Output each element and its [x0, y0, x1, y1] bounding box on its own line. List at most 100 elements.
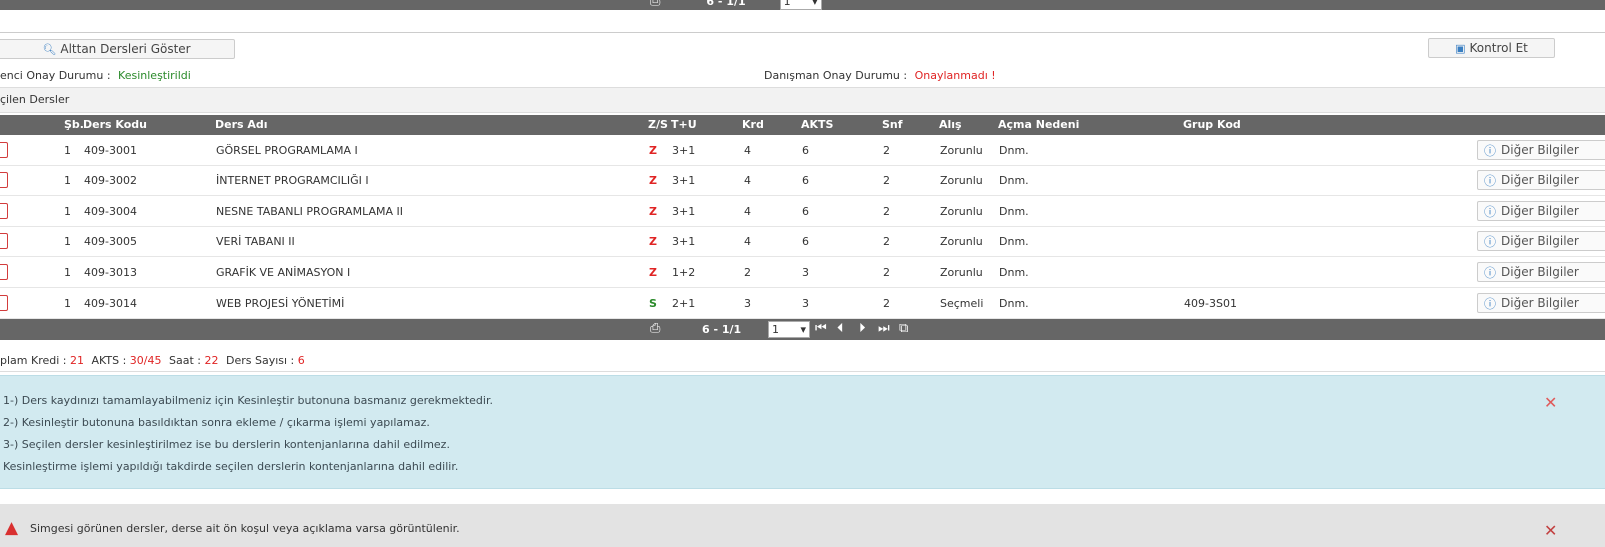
cell-course-name: NESNE TABANLI PROGRAMLAMA II: [216, 205, 403, 218]
check-button[interactable]: ▣ Kontrol Et: [1428, 38, 1555, 58]
cell-tu: 3+1: [672, 174, 696, 187]
advisor-approval-status: Danışman Onay Durumu : Onaylanmadı !: [764, 69, 996, 82]
info-icon: ⓘ: [1484, 234, 1497, 249]
warning-text: Simgesi görünen dersler, derse ait ön ko…: [30, 522, 460, 535]
info-alert: 1-) Ders kaydınızı tamamlayabilmeniz içi…: [0, 375, 1605, 489]
totals-line: plam Kredi : 21 AKTS : 30/45 Saat : 22 D…: [0, 354, 305, 367]
cell-course-code: 409-3013: [84, 266, 137, 279]
page-select[interactable]: 1 ▾: [768, 321, 810, 338]
other-info-button[interactable]: ⓘ Diğer Bilgiler: [1477, 293, 1605, 313]
top-pager: ⎙ 6 - 1/1 1 ▾: [650, 0, 822, 10]
cell-akts: 6: [802, 205, 809, 218]
cell-sb: 1: [64, 174, 71, 187]
cell-group-code: 409-3S01: [1184, 297, 1237, 310]
cell-akts: 3: [802, 266, 809, 279]
other-info-button[interactable]: ⓘ Diğer Bilgiler: [1477, 170, 1605, 190]
cell-credit: 3: [744, 297, 751, 310]
cell-course-code: 409-3002: [84, 174, 137, 187]
col-sb: Şb.: [64, 118, 84, 131]
warning-alert: ▲ Simgesi görünen dersler, derse ait ön …: [0, 504, 1605, 547]
other-info-label: Diğer Bilgiler: [1501, 265, 1579, 279]
last-page-icon[interactable]: ⏭: [878, 321, 890, 336]
printer-icon[interactable]: ⎙: [650, 0, 660, 9]
printer-icon[interactable]: ⎙: [650, 321, 660, 336]
info-line: 1-) Ders kaydınızı tamamlayabilmeniz içi…: [3, 394, 493, 407]
cell-class: 2: [883, 205, 890, 218]
cell-take-type: Zorunlu: [940, 174, 983, 187]
cell-zs: Z: [649, 144, 657, 157]
cell-class: 2: [883, 297, 890, 310]
cell-sb: 1: [64, 205, 71, 218]
table-header: Şb. Ders Kodu Ders Adı Z/S T+U Krd AKTS …: [0, 115, 1605, 135]
cell-take-type: Zorunlu: [940, 235, 983, 248]
close-icon[interactable]: ✕: [1544, 393, 1557, 412]
cell-open-reason: Dnm.: [999, 235, 1029, 248]
cell-course-name: GRAFİK VE ANİMASYON I: [216, 266, 351, 279]
cell-class: 2: [883, 174, 890, 187]
copy-icon[interactable]: ⧉: [899, 321, 908, 336]
cell-credit: 4: [744, 144, 751, 157]
cell-take-type: Zorunlu: [940, 205, 983, 218]
cell-tu: 3+1: [672, 144, 696, 157]
table-row: 1 409-3014 WEB PROJESİ YÖNETİMİ S 2+1 3 3 2 Seçm…: [0, 288, 1605, 319]
col-open-reason: Açma Nedeni: [998, 118, 1080, 131]
other-info-button[interactable]: ⓘ Diğer Bilgiler: [1477, 201, 1605, 221]
cell-akts: 6: [802, 144, 809, 157]
total-credit: 21: [70, 354, 84, 367]
cell-take-type: Seçmeli: [940, 297, 984, 310]
top-pager-bar: ⎙ 6 - 1/1 1 ▾: [0, 0, 1605, 10]
other-info-label: Diğer Bilgiler: [1501, 204, 1579, 218]
cell-open-reason: Dnm.: [999, 266, 1029, 279]
page-select[interactable]: 1 ▾: [779, 0, 822, 10]
clipboard-check-icon: ▣: [1455, 41, 1466, 55]
cell-sb: 1: [64, 297, 71, 310]
delete-course-button[interactable]: [0, 203, 8, 219]
other-info-button[interactable]: ⓘ Diğer Bilgiler: [1477, 231, 1605, 251]
cell-credit: 4: [744, 174, 751, 187]
first-page-icon[interactable]: ⏮: [815, 321, 827, 336]
cell-class: 2: [883, 266, 890, 279]
cell-open-reason: Dnm.: [999, 174, 1029, 187]
other-info-label: Diğer Bilgiler: [1501, 296, 1579, 310]
delete-course-button[interactable]: [0, 142, 8, 158]
student-status-value: Kesinleştirildi: [118, 69, 191, 82]
student-approval-status: enci Onay Durumu : Kesinleştirildi: [0, 69, 191, 82]
col-course-name: Ders Adı: [215, 118, 268, 131]
delete-course-button[interactable]: [0, 233, 8, 249]
section-title: çilen Dersler: [0, 93, 70, 106]
info-line: Kesinleştirme işlemi yapıldığı takdirde …: [3, 460, 459, 473]
close-icon[interactable]: ✕: [1544, 521, 1557, 540]
info-icon: ⓘ: [1484, 204, 1497, 219]
other-info-button[interactable]: ⓘ Diğer Bilgiler: [1477, 262, 1605, 282]
next-page-icon[interactable]: ⏵: [859, 321, 866, 336]
prev-page-icon[interactable]: ⏴: [837, 321, 844, 336]
col-take-type: Alış: [939, 118, 962, 131]
cell-zs: Z: [649, 174, 657, 187]
bottom-pager-bar: ⎙ 6 - 1/1 1 ▾ ⏮ ⏴ ⏵ ⏭ ⧉: [0, 319, 1605, 340]
show-lower-courses-button[interactable]: 🔍︎ Alttan Dersleri Göster: [0, 39, 235, 59]
info-line: 2-) Kesinleştir butonuna basıldıktan son…: [3, 416, 430, 429]
info-icon: ⓘ: [1484, 296, 1497, 311]
delete-course-button[interactable]: [0, 172, 8, 188]
info-line: 3-) Seçilen dersler kesinleştirilmez ise…: [3, 438, 450, 451]
cell-open-reason: Dnm.: [999, 144, 1029, 157]
cell-class: 2: [883, 144, 890, 157]
delete-course-button[interactable]: [0, 264, 8, 280]
cell-take-type: Zorunlu: [940, 266, 983, 279]
table-row: 1 409-3013 GRAFİK VE ANİMASYON I Z 1+2 2 3 2 Zor…: [0, 257, 1605, 288]
delete-course-button[interactable]: [0, 295, 8, 311]
cell-sb: 1: [64, 266, 71, 279]
cell-tu: 3+1: [672, 205, 696, 218]
other-info-button[interactable]: ⓘ Diğer Bilgiler: [1477, 140, 1605, 160]
cell-akts: 6: [802, 235, 809, 248]
info-icon: ⓘ: [1484, 265, 1497, 280]
col-group-code: Grup Kod: [1183, 118, 1241, 131]
col-zs: Z/S: [648, 118, 668, 131]
cell-course-name: İNTERNET PROGRAMCILIĞI I: [216, 174, 369, 187]
total-akts: 30/45: [129, 354, 162, 367]
cell-akts: 3: [802, 297, 809, 310]
cell-take-type: Zorunlu: [940, 144, 983, 157]
info-icon: ⓘ: [1484, 143, 1497, 158]
col-credit: Krd: [742, 118, 764, 131]
cell-open-reason: Dnm.: [999, 297, 1029, 310]
